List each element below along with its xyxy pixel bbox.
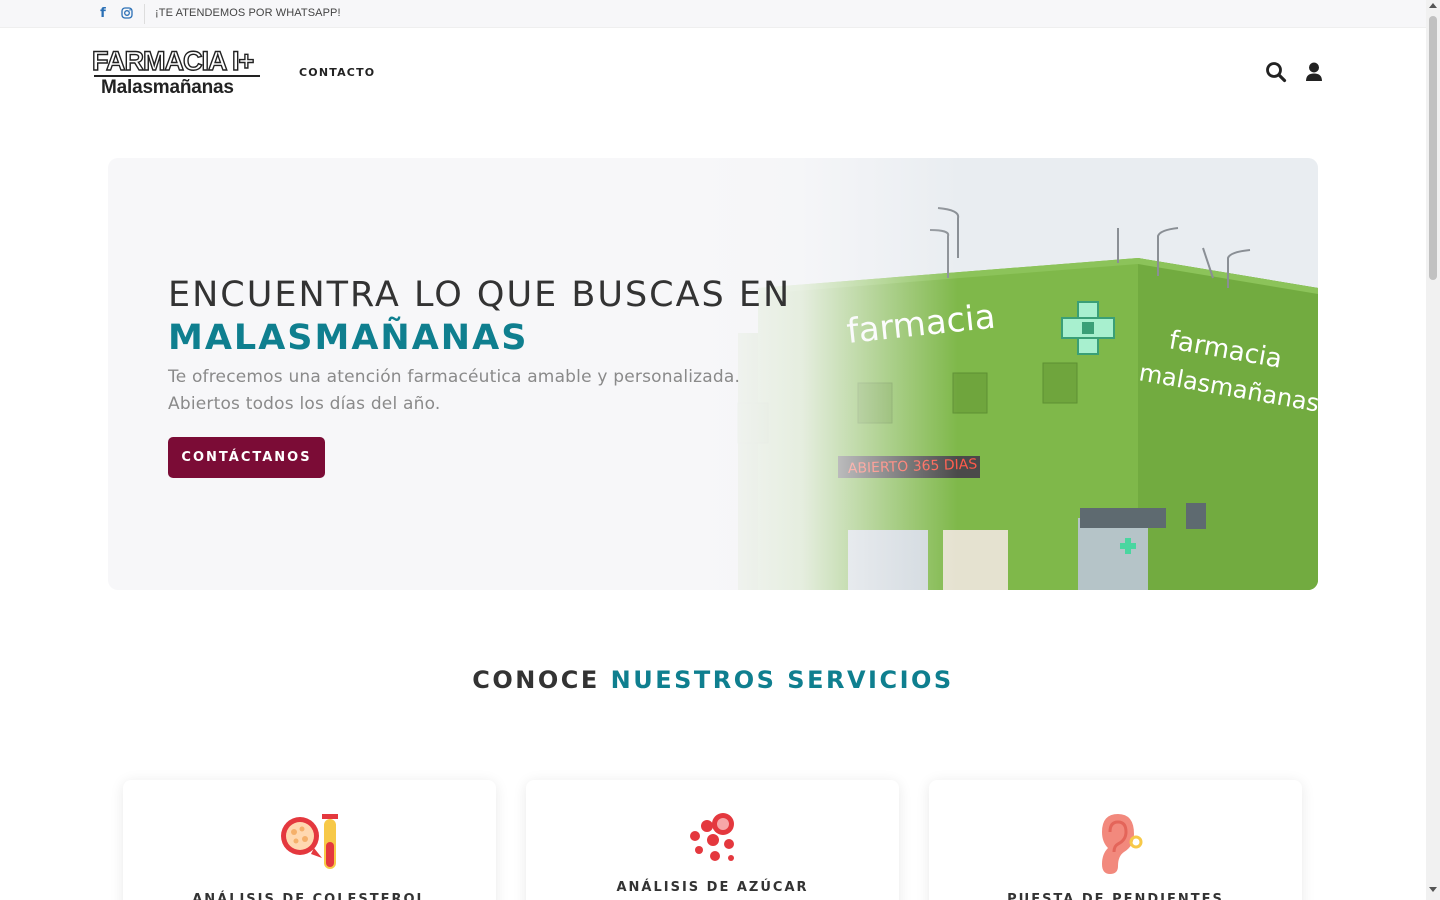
services-heading-part1: CONOCE [472, 666, 600, 694]
ear-piercing-icon [1101, 814, 1142, 874]
service-card-title: PUESTA DE PENDIENTES [1007, 892, 1224, 900]
service-card-colesterol[interactable]: ANÁLISIS DE COLESTEROL [123, 780, 496, 900]
social-links: f [96, 6, 134, 21]
instagram-icon[interactable] [120, 6, 134, 20]
service-card-title: ANÁLISIS DE AZÚCAR [616, 880, 809, 895]
scrollbar-thumb[interactable] [1429, 16, 1437, 280]
service-card-title: ANÁLISIS DE COLESTEROL [192, 892, 427, 900]
hero-title-line2: MALASMAÑANAS [168, 318, 529, 358]
site-logo[interactable]: FARMACIA I+ Malasmañanas [91, 45, 262, 102]
logo-line-2: Malasmañanas [101, 77, 234, 98]
nav-item-contacto[interactable]: CONTACTO [299, 66, 375, 79]
services-heading-part2: NUESTROS SERVICIOS [610, 666, 954, 694]
search-icon[interactable] [1265, 61, 1287, 83]
hero-banner: farmacia farmacia malasmañanas ABIERTO 3… [108, 158, 1318, 590]
topbar-divider [144, 4, 145, 24]
facebook-icon[interactable]: f [96, 6, 110, 21]
contactanos-button[interactable]: CONTÁCTANOS [168, 437, 325, 478]
site-header: FARMACIA I+ Malasmañanas CONTACTO [0, 28, 1426, 120]
scroll-down-arrow[interactable] [1429, 887, 1437, 892]
blood-sugar-icon [689, 813, 734, 861]
service-card-azucar[interactable]: ANÁLISIS DE AZÚCAR [526, 780, 899, 900]
page-scrollbar[interactable] [1426, 0, 1440, 900]
scroll-up-arrow[interactable] [1429, 3, 1437, 8]
hero-description: Te ofrecemos una atención farmacéutica a… [168, 367, 741, 414]
hero-title-line1: ENCUENTRA LO QUE BUSCAS EN [168, 275, 792, 315]
services-heading: CONOCE NUESTROS SERVICIOS [0, 666, 1426, 694]
cholesterol-icon [280, 814, 338, 869]
user-icon[interactable] [1303, 61, 1325, 83]
logo-line-1: FARMACIA I+ [91, 45, 255, 76]
top-bar: f ¡TE ATENDEMOS POR WHATSAPP! [0, 0, 1426, 28]
service-card-pendientes[interactable]: PUESTA DE PENDIENTES [929, 780, 1302, 900]
whatsapp-link[interactable]: ¡TE ATENDEMOS POR WHATSAPP! [155, 7, 341, 19]
